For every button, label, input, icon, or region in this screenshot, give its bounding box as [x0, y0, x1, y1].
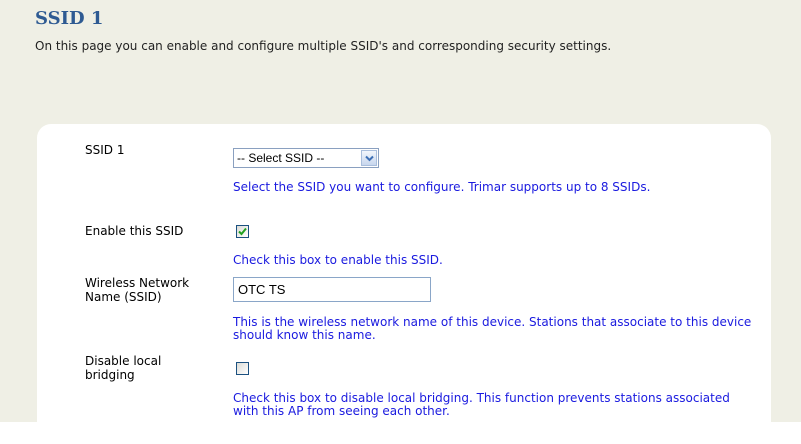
network-name-label: Wireless Network Name (SSID): [85, 276, 189, 304]
chevron-down-icon[interactable]: [361, 150, 377, 166]
ssid-select-dropdown[interactable]: -- Select SSID --: [233, 148, 379, 168]
network-name-input[interactable]: [233, 277, 431, 302]
disable-bridging-label-line1: Disable local: [85, 354, 162, 368]
disable-bridging-label: Disable local bridging: [85, 354, 161, 382]
page-title: SSID 1: [35, 8, 104, 29]
page-description: On this page you can enable and configur…: [35, 39, 612, 53]
enable-ssid-checkbox[interactable]: [236, 225, 249, 238]
page: SSID 1 On this page you can enable and c…: [0, 0, 801, 444]
network-name-help: This is the wireless network name of thi…: [233, 315, 752, 342]
disable-bridging-label-line2: bridging: [85, 368, 135, 382]
checkmark-icon: [238, 227, 247, 236]
ssid-select-help: Select the SSID you want to configure. T…: [233, 180, 651, 194]
ssid-select-label: SSID 1: [85, 143, 125, 157]
network-name-label-line1: Wireless Network: [85, 276, 190, 290]
disable-bridging-checkbox[interactable]: [236, 362, 249, 375]
network-name-label-line2: Name (SSID): [85, 290, 162, 304]
ssid-select-value: -- Select SSID --: [237, 151, 325, 165]
enable-ssid-help: Check this box to enable this SSID.: [233, 253, 443, 267]
disable-bridging-help: Check this box to disable local bridging…: [233, 391, 730, 418]
enable-ssid-label: Enable this SSID: [85, 224, 184, 238]
